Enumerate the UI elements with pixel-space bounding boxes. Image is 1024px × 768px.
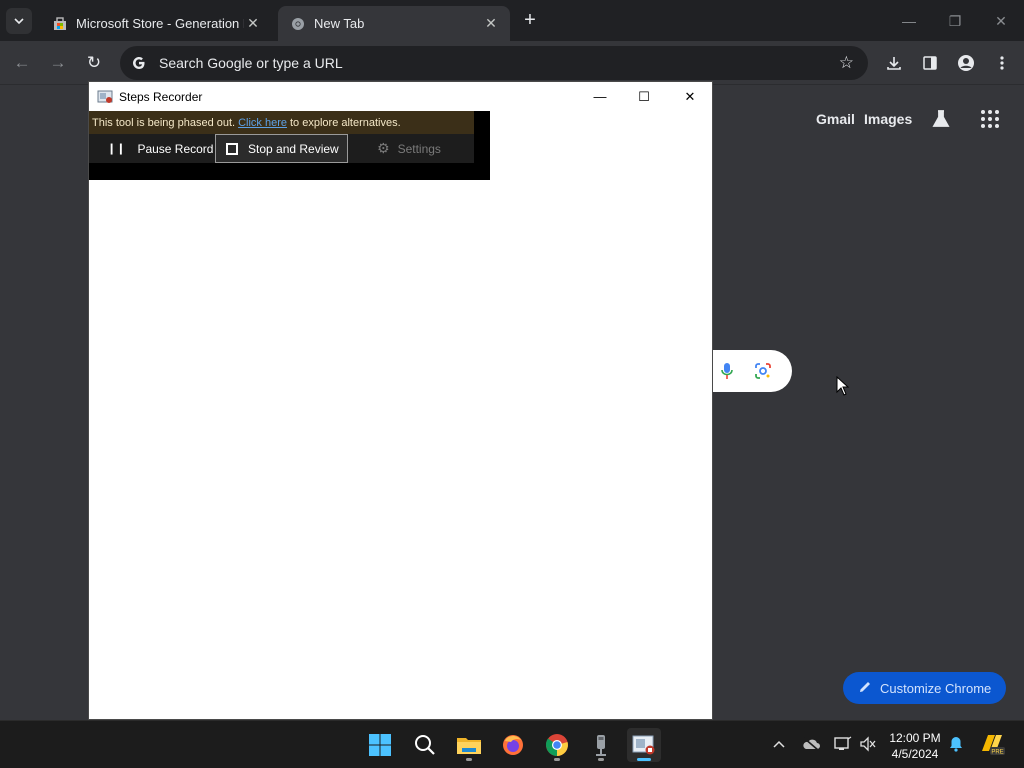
tab-title: New Tab <box>314 16 365 31</box>
banner-text-suffix: to explore alternatives. <box>290 116 401 129</box>
forward-icon[interactable]: → <box>46 51 70 75</box>
pause-icon: ❙❙ <box>107 143 126 155</box>
svg-text:PRE: PRE <box>991 750 1003 756</box>
file-explorer-icon[interactable] <box>452 728 486 762</box>
customize-chrome-button[interactable]: Customize Chrome <box>843 672 1006 704</box>
microsoft-store-favicon-icon <box>52 16 68 32</box>
phase-out-banner: This tool is being phased out. Click her… <box>89 111 474 134</box>
recorder-buttons: ❙❙ Pause Record Stop and Review ⚙ Settin… <box>89 134 474 163</box>
recorder-toolbar: This tool is being phased out. Click her… <box>89 111 490 180</box>
pencil-icon <box>859 680 872 696</box>
bookmark-star-icon[interactable]: ☆ <box>839 53 854 73</box>
running-indicator <box>466 758 472 761</box>
tab-microsoft-store[interactable]: Microsoft Store - Generation Pr ✕ <box>40 6 272 41</box>
close-tab-icon[interactable]: ✕ <box>482 15 500 33</box>
tray-overflow-chevron-icon[interactable] <box>768 733 790 755</box>
network-icon[interactable] <box>832 733 854 755</box>
minimize-icon[interactable]: — <box>577 82 623 111</box>
settings-label: Settings <box>397 141 441 156</box>
gmail-link[interactable]: Gmail <box>816 111 855 127</box>
close-window-icon[interactable]: ✕ <box>989 10 1013 32</box>
tab-strip: Microsoft Store - Generation Pr ✕ New Ta… <box>0 0 1024 41</box>
browser-toolbar: ← → ↻ Search Google or type a URL ☆ <box>0 41 1024 85</box>
running-indicator <box>554 758 560 761</box>
notification-bell-icon[interactable] <box>945 733 967 755</box>
onedrive-offline-icon[interactable] <box>800 733 822 755</box>
clock-time: 12:00 PM <box>889 731 941 745</box>
pause-record-button[interactable]: ❙❙ Pause Record <box>97 134 217 163</box>
search-icon[interactable] <box>408 728 442 762</box>
steps-recorder-taskbar-icon[interactable] <box>627 728 661 762</box>
profile-icon[interactable] <box>954 51 978 75</box>
stop-and-review-label: Stop and Review <box>248 141 339 156</box>
windows-taskbar: 12:00 PM 4/5/2024 PRE <box>0 720 1024 768</box>
reload-icon[interactable]: ↻ <box>82 51 106 75</box>
alternatives-link[interactable]: Click here <box>238 117 287 129</box>
steps-recorder-titlebar[interactable]: Steps Recorder — ☐ ✕ <box>89 82 712 111</box>
chrome-icon[interactable] <box>540 728 574 762</box>
volume-muted-icon[interactable] <box>857 733 879 755</box>
close-icon[interactable]: ✕ <box>667 82 713 111</box>
banner-text-prefix: This tool is being phased out. <box>92 116 236 129</box>
mouse-cursor-icon <box>836 375 850 401</box>
tab-title: Microsoft Store - Generation Pr <box>76 16 244 31</box>
omnibox-placeholder: Search Google or type a URL <box>159 55 343 71</box>
chevron-down-icon <box>14 18 24 25</box>
settings-button[interactable]: ⚙ Settings <box>359 134 474 163</box>
labs-flask-icon[interactable] <box>930 108 952 135</box>
microphone-app-icon[interactable] <box>584 728 618 762</box>
system-clock[interactable]: 12:00 PM 4/5/2024 <box>884 730 946 762</box>
clock-date: 4/5/2024 <box>891 747 939 761</box>
back-icon[interactable]: ← <box>10 51 34 75</box>
tab-search-button[interactable] <box>6 8 32 34</box>
kebab-menu-icon[interactable] <box>990 51 1014 75</box>
customize-chrome-label: Customize Chrome <box>880 680 992 696</box>
side-panel-icon[interactable] <box>918 51 942 75</box>
steps-recorder-window: Steps Recorder — ☐ ✕ This tool is being … <box>88 81 713 720</box>
apps-grid-icon[interactable] <box>980 109 1000 134</box>
start-icon[interactable] <box>363 728 397 762</box>
stop-and-review-button[interactable]: Stop and Review <box>215 134 348 163</box>
chrome-favicon-icon <box>290 16 306 32</box>
minimize-icon[interactable]: — <box>897 10 921 32</box>
images-link[interactable]: Images <box>864 111 912 127</box>
restore-icon[interactable]: ❐ <box>943 10 967 32</box>
downloads-icon[interactable] <box>882 51 906 75</box>
google-g-icon <box>122 55 156 71</box>
tab-new-tab[interactable]: New Tab ✕ <box>278 6 510 41</box>
running-indicator <box>598 758 604 761</box>
voice-search-icon[interactable] <box>720 362 734 385</box>
maximize-icon[interactable]: ☐ <box>621 82 667 111</box>
google-lens-icon[interactable] <box>754 362 772 385</box>
gear-icon: ⚙ <box>377 140 390 156</box>
copilot-pre-icon[interactable]: PRE <box>978 730 1006 758</box>
steps-recorder-icon <box>97 89 113 105</box>
close-tab-icon[interactable]: ✕ <box>244 15 262 33</box>
new-tab-button[interactable]: + <box>518 10 542 32</box>
firefox-icon[interactable] <box>496 728 530 762</box>
window-title: Steps Recorder <box>119 89 203 104</box>
pause-record-label: Pause Record <box>137 141 214 156</box>
stop-icon <box>226 142 238 155</box>
active-indicator <box>637 758 651 761</box>
omnibox[interactable]: Search Google or type a URL ☆ <box>120 46 868 80</box>
